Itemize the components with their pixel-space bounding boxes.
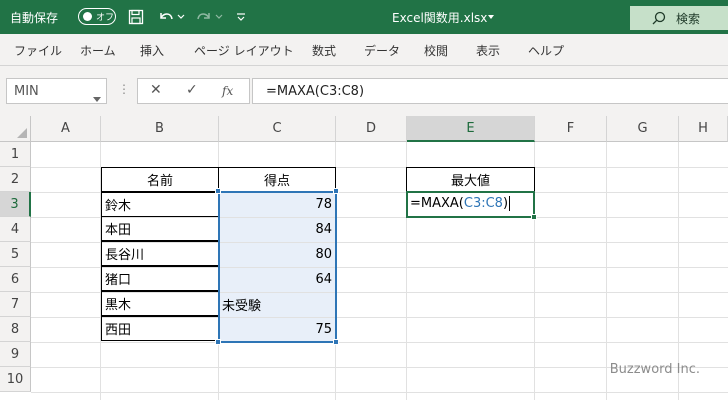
worksheet-grid[interactable]: A B C D E F G H 1 2 3 4 5 6 7 8 9 10 名前 …: [0, 116, 728, 400]
row-header-3[interactable]: 3: [0, 192, 31, 217]
range-handle[interactable]: [215, 188, 221, 194]
undo-icon[interactable]: [156, 7, 176, 27]
result-header[interactable]: 最大値: [406, 167, 535, 192]
search-label: 検索: [676, 11, 701, 26]
filename-dropdown-icon[interactable]: [486, 7, 496, 27]
search-icon: [652, 11, 666, 25]
tab-home[interactable]: ホーム: [80, 42, 116, 59]
range-handle[interactable]: [215, 339, 221, 345]
toggle-knob: [83, 12, 92, 21]
select-all-button[interactable]: [0, 116, 31, 142]
table-cell-name[interactable]: 西田: [101, 316, 219, 341]
watermark: Buzzword Inc.: [609, 362, 700, 377]
tab-view[interactable]: 表示: [476, 42, 500, 59]
column-header-b[interactable]: B: [101, 116, 219, 142]
redo-icon[interactable]: [194, 7, 214, 27]
column-header-e[interactable]: E: [407, 116, 535, 142]
enter-icon[interactable]: ✓: [186, 82, 198, 98]
autosave-state: オフ: [96, 13, 115, 23]
name-box-value: MIN: [14, 84, 39, 99]
tab-insert[interactable]: 挿入: [140, 42, 164, 59]
cancel-icon[interactable]: ✕: [150, 82, 162, 98]
column-header-h[interactable]: H: [679, 116, 728, 142]
row-header-7[interactable]: 7: [0, 292, 31, 317]
customize-icon[interactable]: [234, 7, 248, 27]
table-cell-name[interactable]: 長谷川: [101, 241, 219, 266]
row-header-1[interactable]: 1: [0, 142, 31, 167]
row-header-5[interactable]: 5: [0, 242, 31, 267]
search-box[interactable]: 検索: [630, 6, 728, 30]
ribbon-tabs: ファイル ホーム 挿入 ページ レイアウト 数式 データ 校閲 表示 ヘルプ: [0, 34, 728, 66]
tab-page-layout[interactable]: ページ レイアウト: [194, 42, 294, 59]
tab-formulas[interactable]: 数式: [312, 42, 336, 59]
row-header-4[interactable]: 4: [0, 217, 31, 242]
table-cell-name[interactable]: 鈴木: [101, 192, 219, 217]
table-header-score[interactable]: 得点: [218, 167, 336, 192]
redo-dropdown-icon[interactable]: [214, 7, 224, 27]
column-header-a[interactable]: A: [31, 116, 101, 142]
tab-data[interactable]: データ: [364, 42, 400, 59]
column-header-g[interactable]: G: [607, 116, 679, 142]
range-handle[interactable]: [333, 339, 339, 345]
formula-buttons: ✕ ✓ fx: [137, 78, 250, 104]
insert-function-icon[interactable]: fx: [222, 84, 233, 98]
tab-review[interactable]: 校閲: [424, 42, 448, 59]
formula-bar-grip-icon: ⋮: [118, 82, 130, 96]
formula-bar: MIN ⋮ ✕ ✓ fx =MAXA(C3:C8): [0, 66, 728, 116]
file-name[interactable]: Excel関数用.xlsx: [392, 9, 487, 26]
title-bar: 自動保存 オフ Excel関数用.xlsx 検索: [0, 0, 728, 34]
cell-edit-text: =MAXA(C3:C8): [410, 196, 511, 211]
column-header-c[interactable]: C: [219, 116, 336, 142]
row-header-6[interactable]: 6: [0, 267, 31, 292]
autosave-label: 自動保存: [10, 11, 59, 25]
column-header-d[interactable]: D: [336, 116, 407, 142]
range-handle[interactable]: [333, 188, 339, 194]
column-header-f[interactable]: F: [535, 116, 607, 142]
table-header-name[interactable]: 名前: [101, 167, 219, 192]
formula-text: =MAXA(C3:C8): [266, 84, 365, 99]
chevron-down-icon[interactable]: [93, 88, 101, 107]
undo-dropdown-icon[interactable]: [176, 7, 186, 27]
formula-suffix: ): [502, 196, 509, 211]
autosave-toggle[interactable]: オフ: [78, 8, 116, 25]
active-cell-e3[interactable]: =MAXA(C3:C8): [406, 191, 535, 218]
name-box[interactable]: MIN: [6, 78, 107, 104]
formula-reference-range[interactable]: [218, 191, 337, 343]
text-caret: [509, 196, 511, 211]
tab-file[interactable]: ファイル: [14, 42, 62, 59]
save-icon[interactable]: [126, 7, 146, 27]
formula-input[interactable]: =MAXA(C3:C8): [252, 78, 728, 104]
row-header-9[interactable]: 9: [0, 342, 31, 367]
tab-help[interactable]: ヘルプ: [528, 42, 564, 59]
table-cell-name[interactable]: 黒木: [101, 291, 219, 316]
fill-handle[interactable]: [531, 214, 537, 220]
table-cell-name[interactable]: 本田: [101, 216, 219, 241]
table-cell-name[interactable]: 猪口: [101, 266, 219, 291]
row-header-10[interactable]: 10: [0, 367, 31, 392]
formula-prefix: =MAXA(: [410, 196, 464, 211]
formula-ref: C3:C8: [463, 196, 503, 211]
row-header-8[interactable]: 8: [0, 317, 31, 342]
row-header-2[interactable]: 2: [0, 167, 31, 192]
